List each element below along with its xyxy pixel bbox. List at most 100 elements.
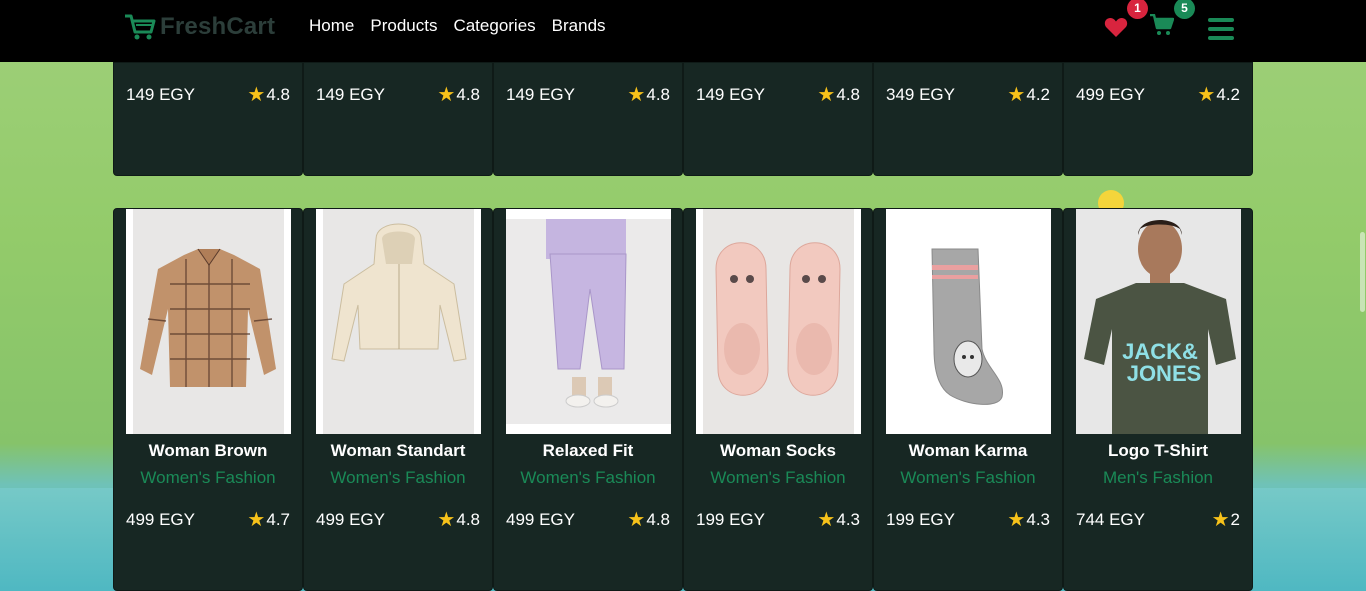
- star-icon: ★: [1007, 84, 1026, 106]
- product-rating: ★ 4.3: [1007, 510, 1050, 530]
- rating-value: 4.8: [456, 510, 480, 529]
- product-category: Women's Fashion: [710, 468, 846, 487]
- product-title: Logo T-Shirt: [1107, 441, 1209, 460]
- product-card[interactable]: 149 EGY ★ 4.8: [303, 62, 493, 176]
- price-rating-line: 499 EGY ★ 4.8: [316, 510, 480, 530]
- star-icon: ★: [247, 509, 266, 531]
- rating-value: 4.2: [1216, 85, 1240, 104]
- product-rating: ★ 4.7: [247, 510, 290, 530]
- product-card[interactable]: 149 EGY ★ 4.8: [683, 62, 873, 176]
- product-image-lilac-joggers[interactable]: [506, 209, 671, 434]
- price-rating-line: 499 EGY ★ 4.7: [126, 510, 290, 530]
- price-rating-line: 349 EGY ★ 4.2: [886, 85, 1050, 105]
- product-card[interactable]: Woman Karma Women's Fashion 199 EGY ★ 4.3: [873, 208, 1063, 591]
- wishlist-button[interactable]: [1104, 16, 1128, 38]
- rating-value: 4.8: [646, 510, 670, 529]
- nav-link-brands[interactable]: Brands: [552, 16, 606, 36]
- price-rating-line: 499 EGY ★ 4.2: [1076, 85, 1240, 105]
- product-price: 349 EGY: [886, 85, 955, 104]
- price-rating-line: 149 EGY ★ 4.8: [316, 85, 480, 105]
- product-title: Woman Brown: [148, 441, 268, 460]
- price-rating-line: 149 EGY ★ 4.8: [696, 85, 860, 105]
- menu-icon[interactable]: [1208, 18, 1234, 40]
- product-rating: ★ 4.8: [247, 85, 290, 105]
- price-rating-line: 199 EGY ★ 4.3: [696, 510, 860, 530]
- product-category: Women's Fashion: [900, 468, 1036, 487]
- scrollbar[interactable]: [1358, 62, 1366, 591]
- product-price: 499 EGY: [316, 510, 385, 529]
- star-icon: ★: [437, 509, 456, 531]
- product-price: 744 EGY: [1076, 510, 1145, 529]
- product-row: Woman Brown Women's Fashion 499 EGY ★ 4.7…: [113, 208, 1253, 591]
- wishlist-count-badge: 1: [1127, 0, 1148, 19]
- product-rating: ★ 2: [1212, 510, 1240, 530]
- rating-value: 4.8: [836, 85, 860, 104]
- rating-value: 4.8: [266, 85, 290, 104]
- star-icon: ★: [817, 84, 836, 106]
- product-rating: ★ 4.8: [627, 510, 670, 530]
- rating-value: 2: [1230, 510, 1240, 529]
- product-category: Women's Fashion: [330, 468, 466, 487]
- product-title: Woman Standart: [330, 441, 466, 460]
- product-price: 499 EGY: [1076, 85, 1145, 104]
- brand-name: FreshCart: [160, 13, 276, 40]
- price-rating-line: 499 EGY ★ 4.8: [506, 510, 670, 530]
- product-card[interactable]: Relaxed Fit Women's Fashion 499 EGY ★ 4.8: [493, 208, 683, 591]
- svg-text:JONES: JONES: [1127, 361, 1202, 386]
- star-icon: ★: [247, 84, 266, 106]
- product-price: 149 EGY: [316, 85, 385, 104]
- product-title: Woman Karma: [908, 441, 1028, 460]
- product-title: Woman Socks: [720, 441, 836, 460]
- nav-link-products[interactable]: Products: [370, 16, 437, 36]
- product-card[interactable]: 149 EGY ★ 4.8: [113, 62, 303, 176]
- nav-links: Home Products Categories Brands: [309, 16, 606, 36]
- product-category: Women's Fashion: [140, 468, 276, 487]
- product-card[interactable]: 499 EGY ★ 4.2: [1063, 62, 1253, 176]
- product-rating: ★ 4.2: [1197, 85, 1240, 105]
- product-card[interactable]: Woman Socks Women's Fashion 199 EGY ★ 4.3: [683, 208, 873, 591]
- product-card[interactable]: Woman Brown Women's Fashion 499 EGY ★ 4.7: [113, 208, 303, 591]
- heart-icon: [1104, 17, 1128, 37]
- product-price: 199 EGY: [696, 510, 765, 529]
- product-price: 149 EGY: [696, 85, 765, 104]
- nav-link-home[interactable]: Home: [309, 16, 354, 36]
- star-icon: ★: [627, 84, 646, 106]
- cart-logo-icon: [125, 14, 156, 40]
- product-price: 499 EGY: [126, 510, 195, 529]
- scrollbar-thumb[interactable]: [1360, 232, 1365, 312]
- cart-count-badge: 5: [1174, 0, 1195, 19]
- nav-link-categories[interactable]: Categories: [453, 16, 535, 36]
- product-rating: ★ 4.8: [437, 510, 480, 530]
- brand-logo[interactable]: FreshCart: [124, 12, 275, 42]
- cart-button[interactable]: [1150, 13, 1175, 36]
- star-icon: ★: [817, 509, 836, 531]
- star-icon: ★: [627, 509, 646, 531]
- product-card[interactable]: 349 EGY ★ 4.2: [873, 62, 1063, 176]
- star-icon: ★: [437, 84, 456, 106]
- product-rating: ★ 4.8: [437, 85, 480, 105]
- rating-value: 4.8: [646, 85, 670, 104]
- rating-value: 4.2: [1026, 85, 1050, 104]
- price-rating-line: 149 EGY ★ 4.8: [126, 85, 290, 105]
- product-price: 149 EGY: [506, 85, 575, 104]
- product-rating: ★ 4.8: [817, 85, 860, 105]
- product-card[interactable]: 149 EGY ★ 4.8: [493, 62, 683, 176]
- rating-value: 4.7: [266, 510, 290, 529]
- product-row-top: 149 EGY ★ 4.8 149 EGY ★ 4.8 149 EGY ★ 4.8 1…: [113, 62, 1253, 176]
- star-icon: ★: [1197, 84, 1216, 106]
- product-image-pink-slipper-socks[interactable]: [696, 209, 861, 434]
- product-title: Relaxed Fit: [542, 441, 634, 460]
- product-card[interactable]: JACK& JONES Logo T-Shirt Men's Fashion 7…: [1063, 208, 1253, 591]
- product-card[interactable]: Woman Standart Women's Fashion 499 EGY ★…: [303, 208, 493, 591]
- star-icon: ★: [1007, 509, 1026, 531]
- rating-value: 4.3: [836, 510, 860, 529]
- price-rating-line: 149 EGY ★ 4.8: [506, 85, 670, 105]
- product-image-jack-jones-tshirt[interactable]: JACK& JONES: [1076, 209, 1241, 434]
- product-rating: ★ 4.8: [627, 85, 670, 105]
- product-image-grey-bunny-sock[interactable]: [886, 209, 1051, 434]
- product-image-cream-hoodie[interactable]: [316, 209, 481, 434]
- product-price: 499 EGY: [506, 510, 575, 529]
- product-rating: ★ 4.2: [1007, 85, 1050, 105]
- product-image-plaid-shirt[interactable]: [126, 209, 291, 434]
- product-category: Men's Fashion: [1102, 468, 1214, 487]
